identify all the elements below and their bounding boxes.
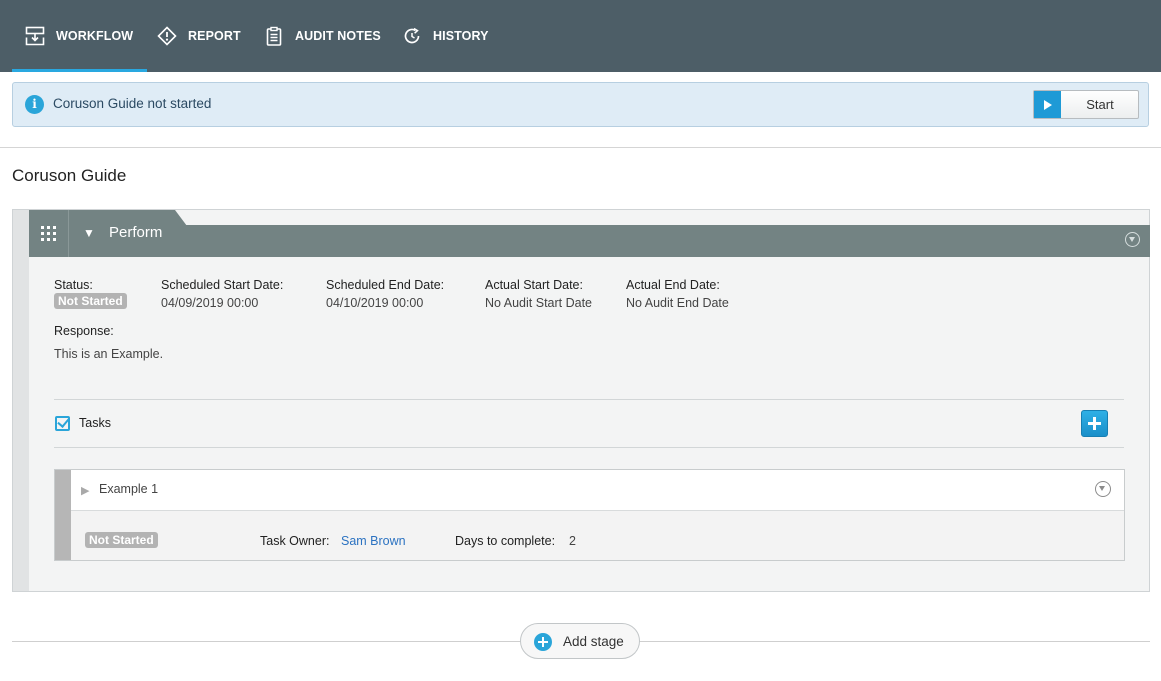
actual-start-label: Actual Start Date: bbox=[485, 278, 583, 292]
start-button-label: Start bbox=[1086, 97, 1114, 112]
tasks-checkbox-icon bbox=[55, 416, 70, 431]
stage-panel: ▼ Perform Status: Not Started Scheduled … bbox=[12, 209, 1150, 592]
status-banner: i Coruson Guide not started Start bbox=[12, 82, 1149, 127]
task-owner-label: Task Owner: bbox=[260, 534, 330, 548]
stage-header bbox=[29, 225, 1150, 257]
expand-caret-icon[interactable]: ▶ bbox=[81, 484, 89, 497]
scheduled-end-value: 04/10/2019 00:00 bbox=[326, 296, 424, 310]
drag-handle-icon[interactable] bbox=[29, 210, 69, 257]
info-icon: i bbox=[25, 95, 44, 114]
divider bbox=[54, 447, 1124, 448]
tab-history-label: HISTORY bbox=[433, 29, 489, 43]
task-owner-link[interactable]: Sam Brown bbox=[341, 534, 406, 548]
task-status-badge: Not Started bbox=[85, 532, 158, 548]
days-to-complete-value: 2 bbox=[569, 534, 576, 548]
plus-circle-icon bbox=[534, 633, 552, 651]
add-task-button[interactable] bbox=[1081, 410, 1108, 437]
history-icon bbox=[401, 25, 423, 47]
tab-report-label: REPORT bbox=[188, 29, 241, 43]
scheduled-end-label: Scheduled End Date: bbox=[326, 278, 445, 292]
clipboard-icon bbox=[263, 25, 285, 47]
tab-report[interactable]: REPORT bbox=[156, 0, 241, 72]
banner-message: Coruson Guide not started bbox=[53, 96, 212, 111]
status-label: Status: bbox=[54, 278, 93, 292]
task-name: Example 1 bbox=[99, 482, 159, 496]
task-left-bar bbox=[55, 470, 71, 560]
tab-workflow-label: WORKFLOW bbox=[56, 29, 134, 43]
task-menu-icon[interactable] bbox=[1095, 481, 1111, 497]
scheduled-start-value: 04/09/2019 00:00 bbox=[161, 296, 259, 310]
stage-name: Perform bbox=[109, 224, 163, 241]
tab-workflow[interactable]: WORKFLOW bbox=[11, 0, 148, 72]
days-to-complete-label: Days to complete: bbox=[455, 534, 556, 548]
start-button[interactable]: Start bbox=[1033, 90, 1139, 119]
tasks-label: Tasks bbox=[79, 416, 111, 430]
response-label: Response: bbox=[54, 324, 114, 338]
stage-menu-icon[interactable] bbox=[1125, 232, 1140, 247]
divider bbox=[54, 399, 1124, 400]
workflow-icon bbox=[24, 25, 46, 47]
top-nav: WORKFLOW REPORT AUDIT NOTES HISTORY bbox=[0, 0, 1161, 72]
divider bbox=[0, 147, 1161, 148]
actual-end-value: No Audit End Date bbox=[626, 296, 729, 310]
add-stage-button[interactable]: Add stage bbox=[520, 623, 640, 659]
response-value: This is an Example. bbox=[54, 347, 164, 361]
actual-start-value: No Audit Start Date bbox=[485, 296, 593, 310]
task-card: ▶ Example 1 Not Started Task Owner: Sam … bbox=[54, 469, 1125, 561]
tab-audit-notes-label: AUDIT NOTES bbox=[295, 29, 381, 43]
report-icon bbox=[156, 25, 178, 47]
tab-history[interactable]: HISTORY bbox=[401, 0, 489, 72]
add-stage-label: Add stage bbox=[563, 634, 624, 649]
scheduled-start-label: Scheduled Start Date: bbox=[161, 278, 284, 292]
play-icon bbox=[1034, 91, 1061, 118]
task-header[interactable]: ▶ Example 1 bbox=[71, 470, 1124, 511]
tab-audit-notes[interactable]: AUDIT NOTES bbox=[263, 0, 381, 72]
page-title: Coruson Guide bbox=[12, 166, 127, 185]
collapse-caret-icon[interactable]: ▼ bbox=[83, 226, 95, 240]
actual-end-label: Actual End Date: bbox=[626, 278, 720, 292]
status-badge: Not Started bbox=[54, 293, 127, 309]
stage-left-bar bbox=[13, 210, 29, 591]
